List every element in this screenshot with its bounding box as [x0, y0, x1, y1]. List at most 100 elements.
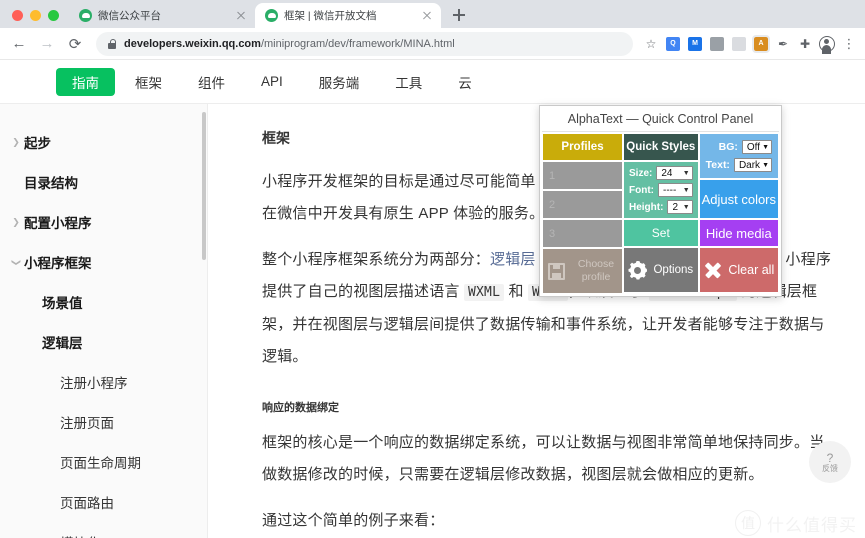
browser-tab-2[interactable]: 框架 | 微信开放文档 — [255, 3, 441, 28]
lock-icon — [108, 39, 117, 49]
feedback-button[interactable]: ? 反馈 — [809, 441, 851, 483]
profile-slot-3[interactable]: 3 — [543, 220, 622, 247]
options-label: Options — [653, 264, 694, 276]
new-tab-button[interactable] — [447, 3, 471, 27]
browser-tab-1[interactable]: 微信公众平台 — [69, 3, 255, 28]
alphatext-extension-icon[interactable]: A — [751, 34, 771, 54]
chevron-right-icon[interactable]: ❯ — [8, 137, 24, 148]
bookmark-star-icon[interactable]: ☆ — [641, 34, 661, 54]
clear-all-label: Clear all — [728, 263, 775, 277]
intro-line2: 在微信中开发具有原生 APP 体验的服务。 — [262, 205, 545, 222]
bg-select[interactable]: Off ▼ — [741, 140, 772, 154]
field-height: Height: 2 ▼ — [629, 200, 693, 214]
sidebar-item-register-page[interactable]: 注册页面 — [0, 402, 207, 442]
size-value: 24 — [661, 167, 673, 179]
nav-tab-cloud[interactable]: 云 — [442, 68, 488, 96]
sidebar-item-scene-value[interactable]: 场景值 — [0, 282, 207, 322]
sidebar-item-getting-started[interactable]: ❯ 起步 — [0, 122, 207, 162]
set-button[interactable]: Set — [624, 220, 698, 246]
sidebar-item-framework[interactable]: ❯ 小程序框架 — [0, 242, 207, 282]
text-row: Text: Dark ▼ — [706, 158, 772, 172]
profiles-header: Profiles — [543, 134, 622, 160]
back-icon[interactable]: ← — [6, 31, 32, 57]
sidebar-item-logic-layer[interactable]: 逻辑层 — [0, 322, 207, 362]
address-bar[interactable]: developers.weixin.qq.com/miniprogram/dev… — [96, 31, 633, 56]
profile-slot-1[interactable]: 1 — [543, 162, 622, 189]
extension-icon-3[interactable] — [707, 34, 727, 54]
bg-value: Off — [746, 141, 761, 153]
choose-profile-button[interactable]: Choose profile — [543, 249, 622, 293]
text-select[interactable]: Dark ▼ — [733, 158, 772, 172]
forward-icon[interactable]: → — [34, 31, 60, 57]
sidebar-item-label: 配置小程序 — [24, 216, 92, 231]
profile-avatar[interactable] — [817, 34, 837, 55]
panel-column-actions: BG: Off ▼ Text: Dark ▼ Adjust colors Hid… — [699, 134, 778, 293]
nav-tab-api[interactable]: API — [245, 68, 299, 96]
sidebar-item-page-routing[interactable]: 页面路由 — [0, 482, 207, 522]
extension-icon-2[interactable]: M — [685, 34, 705, 54]
maximize-window-button[interactable] — [48, 10, 59, 21]
nav-tab-tools[interactable]: 工具 — [379, 68, 438, 96]
window-controls[interactable] — [8, 10, 69, 28]
paragraph-example-intro: 通过这个简单的例子来看： — [262, 512, 445, 529]
tab-title: 微信公众平台 — [98, 10, 161, 22]
bg-text-controls: BG: Off ▼ Text: Dark ▼ — [699, 134, 778, 178]
choose-profile-label: Choose profile — [577, 258, 615, 283]
chevron-down-icon: ▼ — [762, 161, 769, 169]
sidebar-item-page-lifecycle[interactable]: 页面生命周期 — [0, 442, 207, 482]
height-select[interactable]: 2 ▼ — [667, 200, 693, 214]
height-value: 2 — [672, 201, 679, 213]
nav-tab-guide[interactable]: 指南 — [56, 67, 115, 96]
close-window-button[interactable] — [12, 10, 23, 21]
page-content: 指南 框架 组件 API 服务端 工具 云 ❯ 起步 目录结构 ❯ 配置小程序 … — [0, 60, 865, 538]
tab-strip: 微信公众平台 框架 | 微信开放文档 — [0, 0, 865, 28]
wechat-icon — [265, 9, 278, 22]
doc-sidebar: ❯ 起步 目录结构 ❯ 配置小程序 ❯ 小程序框架 场景值 逻辑层 注册小程序 — [0, 104, 208, 538]
sidebar-scrollbar[interactable] — [202, 112, 206, 260]
url-domain: developers.weixin.qq.com — [124, 37, 261, 50]
font-select[interactable]: ---- ▼ — [658, 183, 693, 197]
quick-styles-header: Quick Styles — [624, 134, 698, 160]
toolbar-icons: ☆ Q M A ✒ ✚ ⋮ — [641, 34, 859, 55]
chevron-right-icon[interactable]: ❯ — [8, 217, 24, 228]
options-button[interactable]: Options — [624, 248, 698, 292]
pin-icon[interactable]: ✒ — [773, 34, 793, 54]
nav-tab-framework[interactable]: 框架 — [119, 68, 178, 96]
panel-column-quick-styles: Quick Styles Size: 24 ▼ Font: ---- ▼ Hei… — [624, 134, 698, 293]
gear-icon — [628, 261, 647, 280]
url-path: /miniprogram/dev/framework/MINA.html — [260, 37, 455, 50]
chevron-down-icon: ▼ — [682, 203, 690, 211]
reload-icon[interactable]: ⟳ — [62, 31, 88, 57]
alphatext-control-panel: AlphaText — Quick Control Panel Profiles… — [539, 105, 782, 297]
sidebar-item-config[interactable]: ❯ 配置小程序 — [0, 202, 207, 242]
wechat-icon — [79, 9, 92, 22]
ext-glyph: A — [752, 34, 770, 53]
field-size-label: Size: — [629, 167, 653, 179]
sidebar-item-directory-structure[interactable]: 目录结构 — [0, 162, 207, 202]
profile-slot-2[interactable]: 2 — [543, 191, 622, 218]
sidebar-item-label: 小程序框架 — [24, 256, 92, 271]
browser-menu-icon[interactable]: ⋮ — [839, 34, 859, 54]
paragraph-data-binding: 框架的核心是一个响应的数据绑定系统，可以让数据与视图非常简单地保持同步。当做数据… — [262, 434, 825, 483]
nav-tab-server[interactable]: 服务端 — [303, 68, 376, 96]
sidebar-item-register-app[interactable]: 注册小程序 — [0, 362, 207, 402]
browser-toolbar: ← → ⟳ developers.weixin.qq.com/miniprogr… — [0, 28, 865, 60]
minimize-window-button[interactable] — [30, 10, 41, 21]
ext-glyph: Q — [666, 36, 680, 51]
adjust-colors-button[interactable]: Adjust colors — [699, 180, 778, 218]
close-icon[interactable] — [233, 8, 249, 24]
extensions-puzzle-icon[interactable]: ✚ — [795, 34, 815, 54]
hide-media-button[interactable]: Hide media — [699, 220, 778, 246]
clear-all-button[interactable]: Clear all — [699, 248, 778, 292]
chevron-down-icon: ▼ — [682, 169, 690, 177]
extension-icon-1[interactable]: Q — [663, 34, 683, 54]
chevron-down-icon[interactable]: ❯ — [11, 254, 22, 270]
close-icon[interactable] — [419, 8, 435, 24]
text-label: Text: — [705, 159, 730, 171]
size-select[interactable]: 24 ▼ — [656, 166, 693, 180]
quick-styles-fields: Size: 24 ▼ Font: ---- ▼ Height: 2 ▼ — [624, 162, 698, 218]
sidebar-item-modularization[interactable]: 模块化 — [0, 522, 207, 538]
nav-tab-components[interactable]: 组件 — [182, 68, 241, 96]
extension-icon-4[interactable] — [729, 34, 749, 54]
link-logic-layer[interactable]: 逻辑层 — [490, 251, 536, 268]
